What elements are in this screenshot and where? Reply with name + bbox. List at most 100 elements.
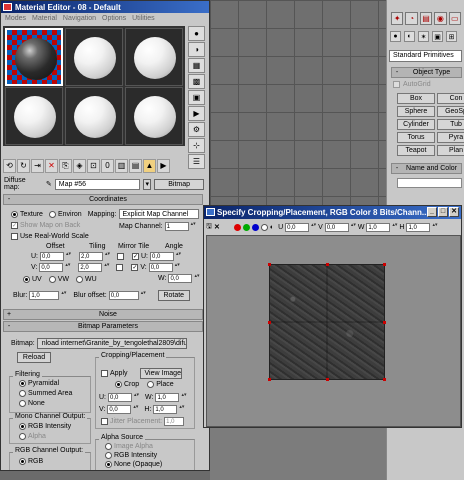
w-angle-field[interactable]: 0,0	[168, 274, 193, 283]
pyramid-button[interactable]: Pyra	[437, 132, 464, 143]
map-channel-field[interactable]: 1	[164, 222, 189, 231]
menu-options[interactable]: Options	[102, 15, 126, 22]
noise-header[interactable]: + Noise	[3, 309, 203, 320]
map-name-field[interactable]: Map #56	[54, 178, 141, 190]
bitmap-path-button[interactable]: nload internet\Granite_by_tengolethal280…	[36, 338, 187, 349]
crop-u-value[interactable]: 0,0	[285, 222, 310, 232]
blur-offset-spinner[interactable]: ▴▾	[141, 291, 146, 300]
object-name-field[interactable]	[397, 178, 462, 188]
map-channel-spinner[interactable]: ▴▾	[191, 222, 196, 231]
v-tile-checkbox[interactable]: ✓	[131, 264, 139, 271]
none-opaque-radio[interactable]	[105, 461, 112, 468]
get-material-icon[interactable]: ⟲	[3, 159, 16, 173]
crop-v-spinner[interactable]: ▴▾	[133, 405, 138, 414]
blur-offset-field[interactable]: 0,0	[108, 291, 139, 300]
crop-canvas[interactable]	[206, 235, 461, 427]
put-to-library-icon[interactable]: ⊡	[87, 159, 100, 173]
map-dropdown-arrow[interactable]: ▾	[143, 178, 152, 190]
box-button[interactable]: Box	[397, 93, 435, 104]
granite-texture-image[interactable]	[268, 263, 386, 381]
uv-tiling-icon[interactable]: ▩	[188, 74, 205, 89]
u-angle-spinner[interactable]: ▴▾	[176, 252, 181, 261]
cone-button[interactable]: Con	[437, 93, 464, 104]
options-icon[interactable]: ⚙	[188, 122, 205, 137]
menu-modes[interactable]: Modes	[5, 15, 26, 22]
crop-v-spin[interactable]: ▴▾	[351, 222, 356, 232]
crop-handle-bl[interactable]	[268, 378, 271, 381]
teapot-button[interactable]: Teapot	[397, 145, 435, 156]
sample-slot-3[interactable]	[125, 28, 183, 86]
crop-u-spinner[interactable]: ▴▾	[134, 393, 139, 402]
v-angle-spinner[interactable]: ▴▾	[175, 263, 180, 272]
view-image-button[interactable]: View Image	[139, 368, 182, 379]
u-angle-field[interactable]: 0,0	[150, 252, 174, 261]
crop-radio[interactable]	[115, 381, 122, 388]
mono-channel-dot[interactable]	[260, 223, 268, 231]
assign-to-selection-icon[interactable]: ⇥	[31, 159, 44, 173]
u-tile-checkbox[interactable]: ✓	[132, 253, 139, 260]
alpha-channel-icon[interactable]: ◐	[270, 224, 274, 231]
primitives-dropdown[interactable]: Standard Primitives	[389, 50, 462, 62]
make-copy-icon[interactable]: ⎘	[59, 159, 72, 173]
green-channel-dot[interactable]	[242, 223, 250, 231]
apply-checkbox[interactable]	[101, 370, 108, 377]
crop-h-field[interactable]: 1,0	[153, 405, 178, 414]
crop-w-field[interactable]: 1,0	[155, 393, 180, 402]
u-offset-field[interactable]: 0,0	[40, 252, 64, 261]
sample-slot-2[interactable]	[65, 28, 123, 86]
blue-channel-dot[interactable]	[251, 223, 259, 231]
crop-handle-top[interactable]	[326, 263, 329, 266]
material-effects-channel-icon[interactable]: 0	[101, 159, 114, 173]
red-channel-dot[interactable]	[233, 223, 241, 231]
sample-slot-4[interactable]	[5, 87, 63, 145]
reload-button[interactable]: Reload	[17, 352, 51, 363]
v-offset-field[interactable]: 0,0	[39, 263, 64, 272]
crop-h-spin[interactable]: ▴▾	[432, 222, 437, 232]
go-forward-to-sibling-icon[interactable]: ▶	[157, 159, 170, 173]
u-tiling-spinner[interactable]: ▴▾	[105, 252, 110, 261]
reset-icon[interactable]: ✕	[45, 159, 58, 173]
eyedropper-icon[interactable]: ✎	[46, 180, 52, 188]
minimize-button[interactable]: _	[427, 207, 437, 217]
motion-tab[interactable]: ◉	[434, 12, 447, 25]
blur-field[interactable]: 1,0	[29, 291, 60, 300]
crop-window-titlebar[interactable]: Specify Cropping/Placement, RGB Color 8 …	[204, 206, 461, 219]
environ-radio[interactable]	[48, 210, 56, 218]
object-type-rollout[interactable]: - Object Type	[391, 67, 462, 78]
mapping-dropdown[interactable]: Explicit Map Channel	[118, 209, 199, 219]
shapes-icon[interactable]: ◐	[404, 31, 415, 42]
helpers-icon[interactable]: ⊞	[446, 31, 457, 42]
crop-w-value[interactable]: 1,0	[366, 222, 391, 232]
show-map-in-viewport-icon[interactable]: ▥	[115, 159, 128, 173]
make-unique-icon[interactable]: ◈	[73, 159, 86, 173]
summed-area-radio[interactable]	[19, 390, 26, 397]
select-by-material-icon[interactable]: ⊹	[188, 138, 205, 153]
go-to-parent-icon[interactable]: ▲	[143, 159, 156, 173]
menu-material[interactable]: Material	[32, 15, 57, 22]
crop-w-spin[interactable]: ▴▾	[392, 222, 397, 232]
bitmap-parameters-header[interactable]: - Bitmap Parameters	[3, 321, 203, 332]
crop-h-spinner[interactable]: ▴▾	[179, 405, 184, 414]
mono-alpha-radio[interactable]	[19, 433, 26, 440]
crop-handle-left[interactable]	[268, 321, 271, 324]
wu-radio[interactable]	[76, 276, 84, 283]
crop-u-spin[interactable]: ▴▾	[311, 222, 316, 232]
crop-handle-br[interactable]	[383, 378, 386, 381]
background-icon[interactable]: ▦	[188, 58, 205, 73]
tube-button[interactable]: Tub	[437, 119, 464, 130]
crop-handle-tr[interactable]	[383, 263, 386, 266]
blur-spinner[interactable]: ▴▾	[61, 291, 66, 300]
crop-v-value[interactable]: 0,0	[324, 222, 349, 232]
put-to-scene-icon[interactable]: ↻	[17, 159, 30, 173]
v-offset-spinner[interactable]: ▴▾	[65, 263, 70, 272]
v-tiling-field[interactable]: 2,0	[78, 263, 103, 272]
show-map-on-back-checkbox[interactable]: ✓	[11, 222, 18, 229]
maximize-button[interactable]: □	[438, 207, 448, 217]
jitter-field[interactable]: 1,0	[164, 417, 185, 426]
close-x-icon[interactable]: ✕	[214, 223, 220, 231]
alpha-rgb-intensity-radio[interactable]	[105, 452, 112, 459]
autogrid-checkbox[interactable]: AutoGrid	[393, 81, 458, 88]
close-button[interactable]: ✕	[449, 207, 459, 217]
image-alpha-radio[interactable]	[105, 443, 112, 450]
geometry-icon[interactable]: ●	[390, 31, 401, 42]
